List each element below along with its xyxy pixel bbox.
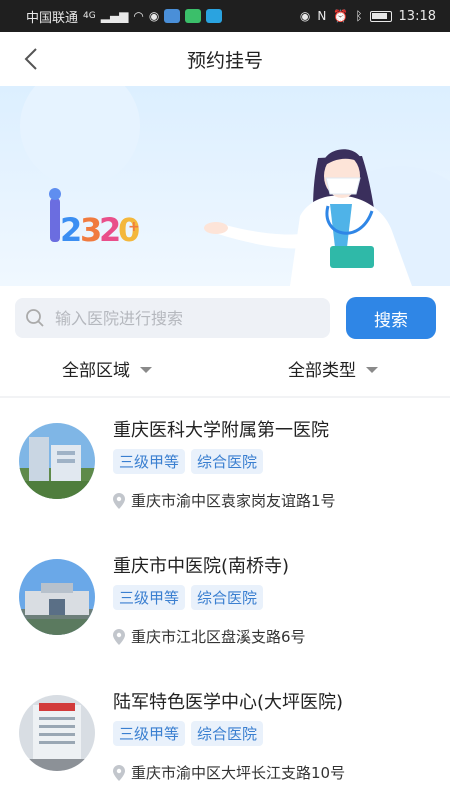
tag-type: 综合医院 bbox=[191, 585, 264, 610]
hospital-address-text: 重庆市渝中区大坪长江支路10号 bbox=[131, 764, 346, 782]
back-button[interactable] bbox=[16, 44, 46, 74]
app-notification-icon bbox=[164, 9, 181, 23]
wifi-icon: ◠ bbox=[133, 9, 144, 23]
hospital-address: 重庆市渝中区袁家岗友谊路1号 bbox=[113, 490, 336, 511]
telegram-icon bbox=[206, 9, 223, 23]
carrier-label: 中国联通 bbox=[26, 10, 79, 26]
hospital-list-item[interactable]: 重庆市中医院(南桥寺) 三级甲等 综合医院 重庆市江北区盘溪支路6号 bbox=[0, 534, 450, 670]
bluetooth-icon: ᛒ bbox=[355, 9, 363, 23]
banner-illustration: 2 3 2 0 + bbox=[20, 86, 450, 286]
hospital-list-item[interactable]: 重庆医科大学附属第一医院 三级甲等 综合医院 重庆市渝中区袁家岗友谊路1号 bbox=[0, 398, 450, 534]
page-title: 预约挂号 bbox=[186, 49, 263, 72]
hospital-avatar bbox=[19, 695, 95, 771]
hospital-tags: 三级甲等 综合医院 bbox=[113, 449, 264, 474]
hospital-tags: 三级甲等 综合医院 bbox=[113, 585, 264, 610]
caret-down-icon bbox=[366, 366, 378, 373]
hospital-name: 重庆市中医院(南桥寺) bbox=[113, 556, 290, 577]
banner: 2 3 2 0 + bbox=[0, 86, 450, 286]
hospital-avatar bbox=[19, 423, 95, 499]
clock: 13:18 bbox=[398, 8, 436, 24]
tag-level: 三级甲等 bbox=[113, 449, 186, 474]
hospital-avatar bbox=[19, 559, 95, 635]
filter-type-label: 全部类型 bbox=[288, 361, 356, 381]
app-notification-icon bbox=[185, 9, 202, 23]
nav-bar: 预约挂号 bbox=[0, 32, 450, 86]
hospital-address-text: 重庆市江北区盘溪支路6号 bbox=[131, 628, 306, 646]
svg-text:+: + bbox=[128, 219, 140, 235]
hospital-name: 陆军特色医学中心(大坪医院) bbox=[113, 692, 344, 713]
location-pin-icon bbox=[113, 492, 125, 509]
location-pin-icon bbox=[113, 628, 125, 645]
alarm-icon: ⏰ bbox=[333, 9, 349, 23]
search-area: 搜索 全部区域 全部类型 bbox=[0, 286, 450, 396]
tag-level: 三级甲等 bbox=[113, 585, 186, 610]
tag-type: 综合医院 bbox=[191, 449, 264, 474]
logo-12320: 2 3 2 0 + bbox=[49, 188, 140, 249]
filter-type[interactable]: 全部类型 bbox=[288, 356, 378, 381]
hospital-address: 重庆市渝中区大坪长江支路10号 bbox=[113, 762, 345, 783]
tag-level: 三级甲等 bbox=[113, 721, 186, 746]
search-input[interactable] bbox=[55, 308, 305, 328]
hospital-tags: 三级甲等 综合医院 bbox=[113, 721, 264, 746]
battery-icon bbox=[369, 10, 392, 22]
hospital-address-text: 重庆市渝中区袁家岗友谊路1号 bbox=[131, 492, 336, 510]
hospital-name: 重庆医科大学附属第一医院 bbox=[113, 420, 329, 441]
hospital-list-item[interactable]: 陆军特色医学中心(大坪医院) 三级甲等 综合医院 重庆市渝中区大坪长江支路10号 bbox=[0, 670, 450, 800]
svg-text:2: 2 bbox=[60, 211, 82, 249]
search-box[interactable] bbox=[15, 298, 330, 338]
filter-region-label: 全部区域 bbox=[62, 361, 130, 381]
nfc-icon: N bbox=[317, 9, 327, 23]
signal-icon: ▂▄▆ bbox=[100, 9, 129, 23]
caret-down-icon bbox=[140, 366, 152, 373]
hospital-address: 重庆市江北区盘溪支路6号 bbox=[113, 626, 306, 647]
network-type: 4G bbox=[83, 11, 96, 21]
search-button[interactable]: 搜索 bbox=[346, 297, 436, 339]
location-pin-icon bbox=[113, 764, 125, 781]
status-bar: 中国联通 4G ▂▄▆ ◠ ◉ ◉ N ⏰ ᛒ 13:18 bbox=[0, 0, 450, 32]
eye-icon: ◉ bbox=[299, 9, 311, 23]
chevron-left-icon bbox=[24, 48, 37, 70]
search-icon bbox=[26, 309, 44, 327]
filter-region[interactable]: 全部区域 bbox=[62, 356, 152, 381]
chat-icon: ◉ bbox=[148, 9, 160, 23]
tag-type: 综合医院 bbox=[191, 721, 264, 746]
